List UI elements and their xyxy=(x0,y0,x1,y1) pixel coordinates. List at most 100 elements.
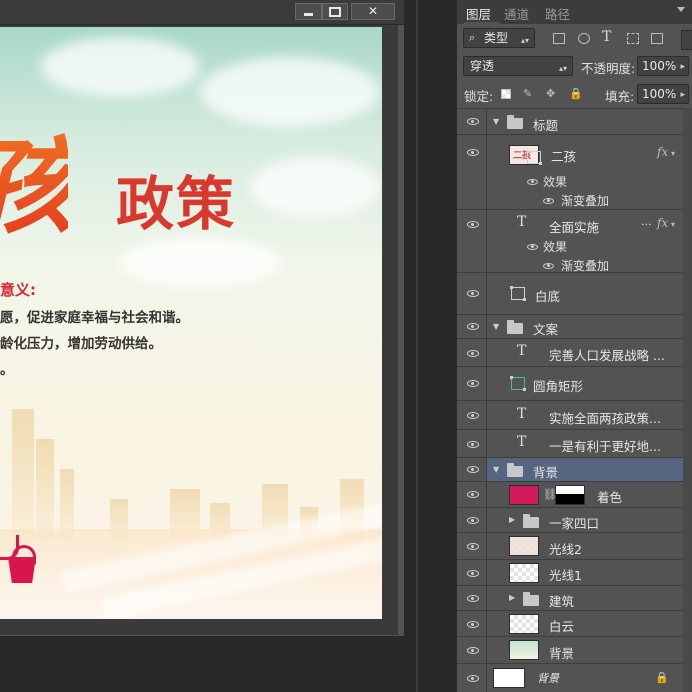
eye-icon[interactable] xyxy=(467,350,479,357)
panel-menu-icon[interactable] xyxy=(677,7,685,12)
vertical-scrollbar[interactable] xyxy=(382,27,398,635)
layer-row-group[interactable]: ▶ 建筑 xyxy=(457,585,692,610)
expand-triangle-icon[interactable]: ▼ xyxy=(493,322,499,331)
layer-row-group[interactable]: ▼ 标题 xyxy=(457,108,692,134)
eye-icon[interactable] xyxy=(467,149,479,156)
layer-row-raster[interactable]: 白云 xyxy=(457,610,692,636)
eye-icon[interactable] xyxy=(467,118,479,125)
pixel-filter-icon[interactable] xyxy=(553,33,565,44)
building xyxy=(12,409,34,539)
eye-icon[interactable] xyxy=(467,380,479,387)
layer-row-raster[interactable]: 光线1 xyxy=(457,559,692,585)
eye-icon[interactable] xyxy=(467,517,479,524)
expand-triangle-icon[interactable]: ▼ xyxy=(493,117,499,126)
pasteboard xyxy=(0,636,404,692)
text-layer-icon: T xyxy=(517,406,527,422)
eye-icon[interactable] xyxy=(467,290,479,297)
tab-channels[interactable]: 通道 xyxy=(504,4,529,23)
eye-icon[interactable] xyxy=(467,647,479,654)
chevron-right-icon[interactable]: ▸ xyxy=(680,86,685,104)
document-canvas[interactable]: 孩 政策 意义: 愿，促进家庭幸福与社会和谐。 龄化压力，增加劳动供给。 。 xyxy=(0,27,382,619)
text-layer-icon: T xyxy=(517,434,527,450)
folder-icon xyxy=(507,115,523,129)
eye-icon[interactable] xyxy=(467,621,479,628)
eye-icon[interactable] xyxy=(467,323,479,330)
layer-row-group[interactable]: ▶ 一家四口 xyxy=(457,507,692,532)
artwork-text-line: 龄化压力，增加劳动供给。 xyxy=(0,336,162,352)
layer-row-group[interactable]: ▼ 文案 xyxy=(457,314,692,338)
eye-icon[interactable] xyxy=(543,263,554,269)
layer-list[interactable]: ▼ 标题 二孩 二孩 fx ▾ 效果 渐变叠加 T 全面实施 ... fx ▾ … xyxy=(457,108,692,692)
collapse-triangle-icon[interactable]: ▶ xyxy=(509,593,515,602)
layer-row-background[interactable]: 背景 🔒 xyxy=(457,663,692,692)
tab-paths[interactable]: 路径 xyxy=(545,4,570,23)
eye-icon[interactable] xyxy=(467,491,479,498)
chevron-updown-icon: ▴▾ xyxy=(558,64,567,73)
layer-name: 光线2 xyxy=(549,542,582,557)
active-tab-indicator xyxy=(464,22,500,24)
layer-row-adjustment[interactable]: ⛓ 着色 xyxy=(457,481,692,507)
collapse-triangle-icon[interactable]: ▶ xyxy=(509,515,515,524)
effects-label: 效果 xyxy=(543,240,568,254)
blend-mode-select[interactable]: 穿透 ▴▾ xyxy=(463,56,573,76)
layer-row-group-selected[interactable]: ▼ 背景 xyxy=(457,457,692,481)
expand-triangle-icon[interactable]: ▼ xyxy=(493,465,499,474)
fx-icon[interactable]: fx xyxy=(657,145,668,159)
adjustment-filter-icon[interactable] xyxy=(578,33,590,44)
eye-icon[interactable] xyxy=(467,441,479,448)
lock-all-icon[interactable]: 🔒 xyxy=(569,88,583,99)
shape-layer-icon xyxy=(510,286,526,301)
layer-thumbnail xyxy=(509,563,539,583)
mask-thumbnail[interactable] xyxy=(555,485,585,505)
eye-icon[interactable] xyxy=(543,198,554,204)
fill-color-thumbnail[interactable] xyxy=(509,485,539,505)
layer-name: 圆角矩形 xyxy=(533,379,584,394)
shape-filter-icon[interactable] xyxy=(627,33,639,44)
fill-input[interactable]: 100% ▸ xyxy=(637,84,689,104)
chevron-right-icon[interactable]: ▸ xyxy=(680,58,685,76)
panel-divider[interactable] xyxy=(416,0,418,692)
layer-row-shape[interactable]: 白底 xyxy=(457,272,692,314)
lock-transparency-icon[interactable] xyxy=(501,89,511,99)
layer-row-raster[interactable]: 光线2 xyxy=(457,532,692,559)
shape-layer-icon xyxy=(510,376,526,391)
eye-icon[interactable] xyxy=(467,543,479,550)
eye-icon[interactable] xyxy=(467,466,479,473)
tab-layers[interactable]: 图层 xyxy=(466,4,491,23)
eye-icon[interactable] xyxy=(467,412,479,419)
layer-row-raster[interactable]: 背景 xyxy=(457,636,692,663)
layer-name: 着色 xyxy=(597,490,623,505)
maximize-button[interactable] xyxy=(322,3,348,20)
canvas-area[interactable]: 孩 政策 意义: 愿，促进家庭幸福与社会和谐。 龄化压力，增加劳动供给。 。 xyxy=(0,25,398,661)
fx-icon[interactable]: fx xyxy=(657,216,668,230)
close-button[interactable]: ✕ xyxy=(351,3,395,20)
layer-row-shape[interactable]: 圆角矩形 xyxy=(457,366,692,400)
search-icon: ⌕ xyxy=(469,31,476,44)
lock-row: 锁定: ✎ ✥ 🔒 填充: 100% ▸ xyxy=(457,80,692,106)
layer-row-text[interactable]: T 全面实施 ... fx ▾ 效果 渐变叠加 xyxy=(457,209,692,273)
expand-effects-icon[interactable]: ▾ xyxy=(671,220,675,229)
layer-row-text[interactable]: T 一是有利于更好地... xyxy=(457,429,692,457)
eye-icon[interactable] xyxy=(467,570,479,577)
eye-icon[interactable] xyxy=(527,244,538,250)
filter-toggle[interactable] xyxy=(681,30,692,50)
layer-name: 完善人口发展战略 ... xyxy=(549,348,665,363)
eye-icon[interactable] xyxy=(527,179,538,185)
expand-effects-icon[interactable]: ▾ xyxy=(671,149,675,158)
minimize-button[interactable] xyxy=(295,3,322,20)
smart-object-filter-icon[interactable] xyxy=(651,33,663,44)
artwork-text-line: 愿，促进家庭幸福与社会和谐。 xyxy=(0,310,189,326)
type-filter-icon[interactable]: T xyxy=(602,29,611,45)
eye-icon[interactable] xyxy=(467,221,479,228)
blend-mode-label: 穿透 xyxy=(470,59,495,73)
eye-icon[interactable] xyxy=(467,595,479,602)
eye-icon[interactable] xyxy=(467,675,479,682)
layer-row-text[interactable]: T 完善人口发展战略 ... xyxy=(457,338,692,366)
layer-row-smart-object[interactable]: 二孩 二孩 fx ▾ 效果 渐变叠加 xyxy=(457,134,692,209)
lock-move-icon[interactable]: ✥ xyxy=(546,88,557,99)
lock-brush-icon[interactable]: ✎ xyxy=(523,88,534,99)
opacity-input[interactable]: 100% ▸ xyxy=(637,56,689,76)
layer-row-text[interactable]: T 实施全面两孩政策... xyxy=(457,400,692,429)
layers-scrollbar[interactable] xyxy=(683,108,692,692)
filter-kind-select[interactable]: ⌕ 类型 ▴▾ xyxy=(463,28,535,48)
